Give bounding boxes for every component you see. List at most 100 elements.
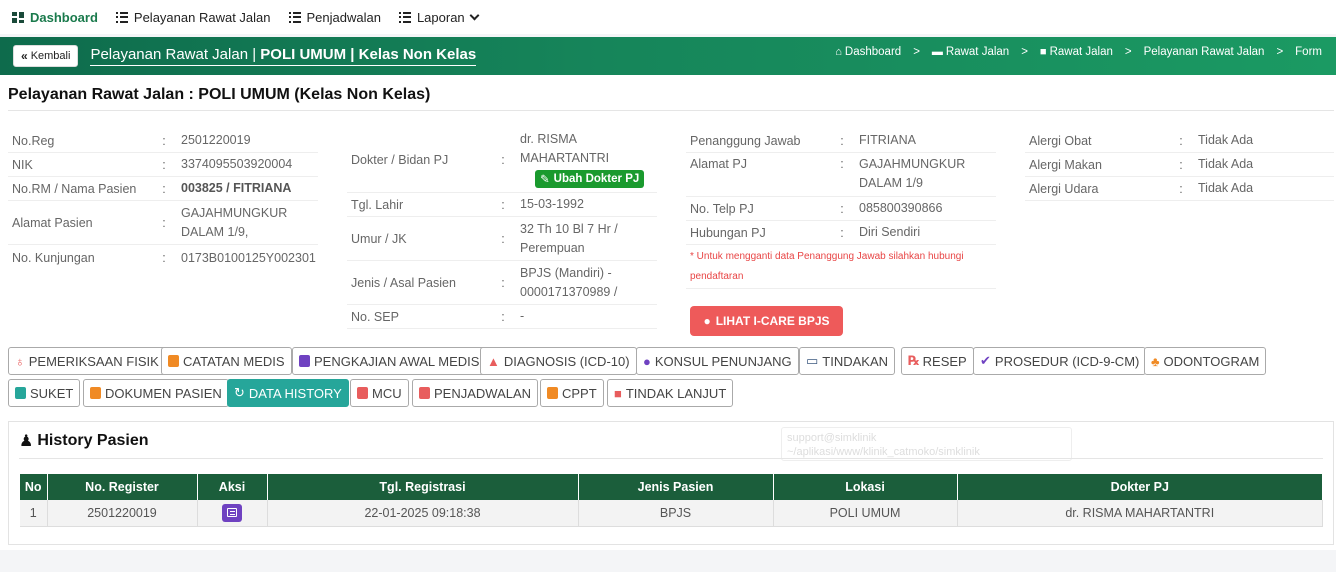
pj-nama-value: FITRIANA xyxy=(859,133,916,147)
nav-laporan-dropdown[interactable]: Laporan xyxy=(398,9,480,25)
info-row: Penanggung Jawab : FITRIANA xyxy=(686,129,996,153)
tab-odontogram[interactable]: ♣ ODONTOGRAM xyxy=(1144,347,1267,375)
alergi-makan-label: Alergi Makan xyxy=(1029,157,1102,172)
tab-konsul-penunjang[interactable]: ● KONSUL PENUNJANG xyxy=(636,347,799,375)
colon: : xyxy=(162,133,166,148)
no-reg-value: 2501220019 xyxy=(181,133,251,147)
norm-label: No.RM / Nama Pasien xyxy=(12,181,137,196)
colon: : xyxy=(840,201,844,216)
pj-note: * Untuk mengganti data Penanggung Jawab … xyxy=(690,250,964,282)
tab-diagnosis[interactable]: ▲ DIAGNOSIS (ICD-10) xyxy=(480,347,637,375)
tab-suket[interactable]: SUKET xyxy=(8,379,81,407)
tab-tindakan[interactable]: ▭ TINDAKAN xyxy=(799,347,896,375)
alergi-obat-value: Tidak Ada xyxy=(1198,133,1254,147)
back-button-label: Kembali xyxy=(30,50,71,62)
info-row: Alergi Obat : Tidak Ada xyxy=(1025,129,1334,153)
tab-pengkajian-awal-medis[interactable]: PENGKAJIAN AWAL MEDIS xyxy=(292,347,487,375)
colon: : xyxy=(162,157,166,172)
table-row: 1 2501220019 22-01-2025 09:18:38 BPJS PO… xyxy=(20,500,1323,527)
breadcrumb-separator: > xyxy=(1124,46,1132,58)
colon: : xyxy=(501,275,505,290)
nav-dashboard-label: Dashboard xyxy=(30,9,98,25)
user-injured-icon: ♟ xyxy=(19,433,34,450)
tab-cppt[interactable]: CPPT xyxy=(540,379,604,407)
copy-icon xyxy=(15,387,26,399)
history-title-label: History Pasien xyxy=(37,432,149,449)
tab-label: CATATAN MEDIS xyxy=(183,353,285,369)
info-row: No.Reg : 2501220019 xyxy=(8,129,318,153)
tab-penjadwalan[interactable]: PENJADWALAN xyxy=(412,379,539,407)
tab-catatan-medis[interactable]: CATATAN MEDIS xyxy=(161,347,292,375)
info-row: Alergi Makan : Tidak Ada xyxy=(1025,153,1334,177)
colon: : xyxy=(1179,181,1183,196)
edit-icon: ✎ xyxy=(540,174,550,186)
colon: : xyxy=(840,157,844,171)
breadcrumb-rawat-jalan-2[interactable]: Rawat Jalan xyxy=(1050,46,1113,58)
bed-icon: ▭ xyxy=(806,353,819,368)
tab-data-history[interactable]: ↻ DATA HISTORY xyxy=(227,379,349,407)
folder-icon: ▬ xyxy=(931,46,943,58)
breadcrumb-pelayanan[interactable]: Pelayanan Rawat Jalan xyxy=(1144,46,1265,58)
col-dokter-pj: Dokter PJ xyxy=(957,474,1323,500)
tab-dokumen-pasien[interactable]: DOKUMEN PASIEN xyxy=(83,379,229,407)
lihat-icare-button[interactable]: ● LIHAT I-CARE BPJS xyxy=(690,306,843,336)
colon: : xyxy=(1179,133,1183,148)
tab-resep[interactable]: ℞ RESEP xyxy=(901,347,974,375)
breadcrumb-separator: > xyxy=(1276,46,1284,58)
tab-pemeriksaan-fisik[interactable]: ♁ PEMERIKSAAN FISIK xyxy=(8,347,166,375)
norm-value: 003825 / FITRIANA xyxy=(181,181,292,195)
ubah-dokter-button[interactable]: ✎ Ubah Dokter PJ xyxy=(535,170,645,188)
user-md-icon: ● xyxy=(643,353,651,369)
check-icon: ✔ xyxy=(980,353,991,368)
tab-label: TINDAKAN xyxy=(822,353,889,369)
nav-dashboard[interactable]: Dashboard xyxy=(12,10,98,25)
tab-prosedur[interactable]: ✔ PROSEDUR (ICD-9-CM) xyxy=(973,347,1147,375)
info-row: No. Telp PJ : 085800390866 xyxy=(686,197,996,221)
breadcrumb-dashboard[interactable]: Dashboard xyxy=(845,46,901,58)
info-row: Jenis / Asal Pasien : BPJS (Mandiri) - 0… xyxy=(347,261,657,305)
cell-aksi xyxy=(197,500,268,527)
pj-info: Penanggung Jawab : FITRIANA Alamat PJ : … xyxy=(686,129,996,289)
tab-label: SUKET xyxy=(30,385,74,401)
ambulance-icon: ■ xyxy=(614,385,622,401)
jenis-label: Jenis / Asal Pasien xyxy=(351,275,456,290)
back-button[interactable]: « Kembali xyxy=(13,45,79,67)
ubah-dokter-label: Ubah Dokter PJ xyxy=(553,173,640,185)
copy-icon xyxy=(547,387,558,399)
tab-label: RESEP xyxy=(922,353,967,369)
kunjungan-value: 0173B0100125Y002301 xyxy=(181,250,316,265)
col-aksi: Aksi xyxy=(197,474,268,500)
copy-icon xyxy=(299,355,310,367)
tooth-icon: ♣ xyxy=(1151,353,1160,369)
nav-penjadwalan-label: Penjadwalan xyxy=(306,9,381,25)
header-title-bold: POLI UMUM | Kelas Non Kelas xyxy=(260,46,477,63)
alergi-obat-label: Alergi Obat xyxy=(1029,133,1092,148)
nav-laporan-label: Laporan xyxy=(416,9,465,25)
detail-button[interactable] xyxy=(222,503,242,522)
alergi-makan-value: Tidak Ada xyxy=(1198,157,1254,171)
breadcrumb: ⌂ Dashboard > ▬ Rawat Jalan > ■ Rawat Ja… xyxy=(835,37,1322,67)
nav-penjadwalan[interactable]: Penjadwalan xyxy=(288,9,381,25)
cell-no: 1 xyxy=(20,500,48,527)
info-row: NIK : 3374095503920004 xyxy=(8,153,318,177)
tab-tindak-lanjut[interactable]: ■ TINDAK LANJUT xyxy=(607,379,734,407)
diagnoses-icon: ▲ xyxy=(487,353,500,369)
nav-pelayanan-rawat-jalan[interactable]: Pelayanan Rawat Jalan xyxy=(115,10,271,25)
tab-mcu[interactable]: MCU xyxy=(350,379,409,407)
history-icon: ↻ xyxy=(234,385,245,400)
list-icon xyxy=(398,11,411,23)
cell-jenis: BPJS xyxy=(578,500,774,527)
tab-label: PENGKAJIAN AWAL MEDIS xyxy=(314,353,480,369)
history-panel: ♟ History Pasien support@simklinik ~/apl… xyxy=(8,421,1334,545)
lihat-icare-label: LIHAT I-CARE BPJS xyxy=(715,314,830,328)
breadcrumb-rawat-jalan[interactable]: Rawat Jalan xyxy=(946,46,1009,58)
history-table: No No. Register Aksi Tgl. Registrasi Jen… xyxy=(20,474,1323,527)
header-title-prefix: Pelayanan Rawat Jalan | xyxy=(90,46,261,63)
divider xyxy=(8,110,1334,111)
page-header-bar: « Kembali Pelayanan Rawat Jalan | POLI U… xyxy=(0,37,1336,75)
prescription-icon: ℞ xyxy=(908,353,920,368)
pj-alamat-value: GAJAHMUNGKUR DALAM 1/9 xyxy=(859,157,966,190)
info-row: Alamat PJ : GAJAHMUNGKUR DALAM 1/9 xyxy=(686,153,996,197)
tab-label: KONSUL PENUNJANG xyxy=(654,353,792,369)
col-lokasi: Lokasi xyxy=(773,474,958,500)
